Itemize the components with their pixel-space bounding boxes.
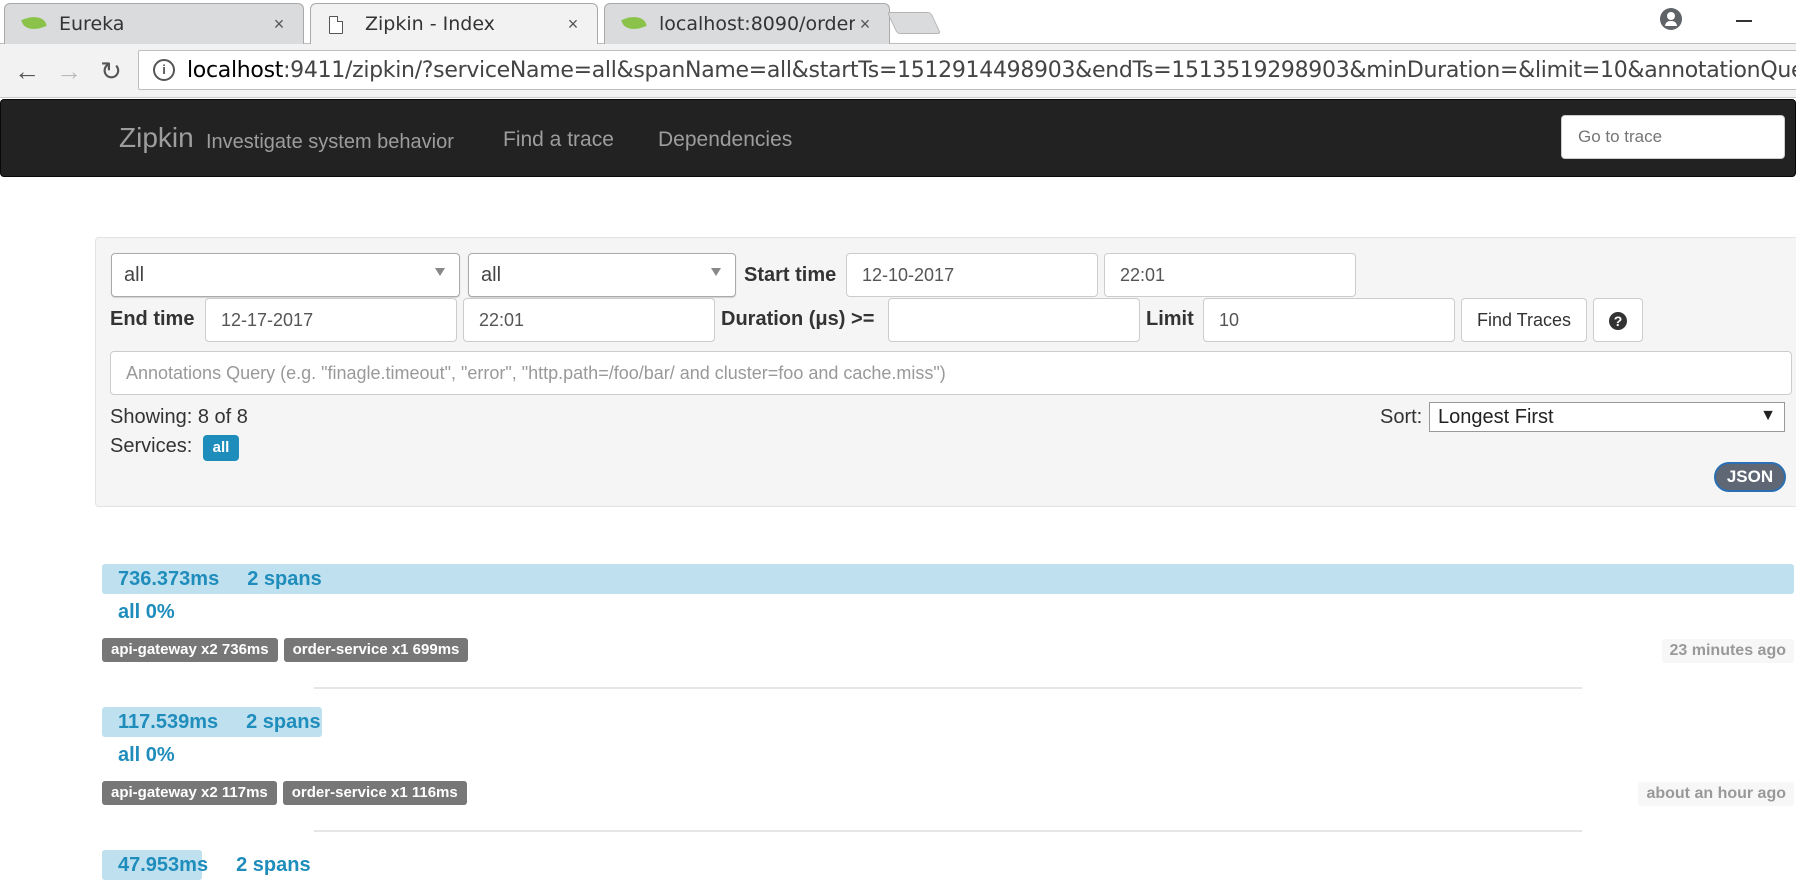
trace-summary: 117.539ms 2 spans bbox=[118, 711, 321, 734]
question-circle-icon: ? bbox=[1609, 312, 1627, 331]
trace-item[interactable]: 736.373ms 2 spans all 0% api-gateway x2 7… bbox=[102, 564, 1794, 694]
search-panel: all all Start time 12-10-2017 22:01 End … bbox=[95, 237, 1796, 507]
service-tag: api-gateway x2 736ms bbox=[102, 638, 278, 662]
reload-icon[interactable]: ↻ bbox=[96, 56, 126, 86]
minimize-icon[interactable] bbox=[1736, 20, 1752, 22]
dropdown-arrow-icon: ▼ bbox=[1760, 407, 1776, 424]
sort-select-value: Longest First bbox=[1438, 406, 1554, 428]
end-time-input[interactable]: 22:01 bbox=[463, 298, 715, 342]
user-profile-icon[interactable] bbox=[1660, 8, 1682, 30]
start-time-label: Start time bbox=[744, 264, 837, 286]
duration-input[interactable] bbox=[888, 298, 1140, 342]
end-time-label: End time bbox=[110, 308, 195, 330]
service-badge-all[interactable]: all bbox=[203, 435, 239, 461]
start-date-input[interactable]: 12-10-2017 bbox=[846, 253, 1098, 297]
trace-span-count: 2 spans bbox=[246, 711, 321, 733]
trace-span-count: 2 spans bbox=[247, 568, 322, 590]
nav-find-a-trace[interactable]: Find a trace bbox=[503, 128, 614, 152]
browser-toolbar: ← → ↻ i localhost:9411/zipkin/?serviceNa… bbox=[0, 44, 1796, 98]
go-to-trace-input[interactable] bbox=[1561, 115, 1785, 159]
back-arrow-icon[interactable]: ← bbox=[12, 56, 42, 86]
brand-tagline: Investigate system behavior bbox=[206, 131, 454, 153]
trace-duration: 736.373ms bbox=[118, 568, 220, 590]
limit-input[interactable]: 10 bbox=[1203, 298, 1455, 342]
end-date-input[interactable]: 12-17-2017 bbox=[205, 298, 457, 342]
annotations-query-input[interactable]: Annotations Query (e.g. "finagle.timeout… bbox=[110, 351, 1792, 395]
service-percentage: all 0% bbox=[118, 744, 175, 766]
url-host: localhost bbox=[187, 57, 284, 83]
tab-title: Zipkin - Index bbox=[365, 13, 495, 35]
tab-title: localhost:8090/order/o bbox=[659, 13, 855, 35]
leaf-icon bbox=[621, 12, 647, 34]
close-icon[interactable]: × bbox=[563, 14, 583, 35]
trace-summary: 47.953ms 2 spans bbox=[118, 854, 311, 877]
nav-dependencies[interactable]: Dependencies bbox=[658, 128, 792, 152]
close-icon[interactable]: × bbox=[855, 14, 875, 35]
close-icon[interactable]: × bbox=[269, 14, 289, 35]
service-select-value: all bbox=[124, 264, 145, 286]
zipkin-navbar: Zipkin Investigate system behavior Find … bbox=[0, 99, 1796, 177]
browser-tab-strip: Eureka × Zipkin - Index × localhost:8090… bbox=[0, 0, 1796, 44]
address-bar[interactable]: i localhost:9411/zipkin/?serviceName=all… bbox=[138, 50, 1796, 90]
limit-label: Limit bbox=[1146, 308, 1194, 330]
find-traces-button[interactable]: Find Traces bbox=[1461, 298, 1587, 342]
trace-duration: 47.953ms bbox=[118, 854, 209, 876]
chevron-down-icon bbox=[435, 268, 445, 276]
chevron-down-icon bbox=[711, 268, 721, 276]
trace-item[interactable]: 117.539ms 2 spans all 0% api-gateway x2 1… bbox=[102, 707, 1794, 837]
tab-localhost-order[interactable]: localhost:8090/order/o × bbox=[604, 3, 890, 44]
start-time-input[interactable]: 22:01 bbox=[1104, 253, 1356, 297]
trace-divider bbox=[314, 830, 1582, 832]
trace-span-count: 2 spans bbox=[236, 854, 311, 876]
service-select[interactable]: all bbox=[111, 253, 460, 297]
tab-title: Eureka bbox=[59, 13, 125, 35]
duration-label: Duration (μs) >= bbox=[721, 308, 875, 330]
trace-divider bbox=[314, 687, 1582, 689]
trace-timestamp: about an hour ago bbox=[1638, 782, 1794, 806]
tab-eureka[interactable]: Eureka × bbox=[4, 3, 304, 44]
trace-summary: 736.373ms 2 spans bbox=[118, 568, 322, 591]
service-tag: api-gateway x2 117ms bbox=[102, 781, 277, 805]
json-button[interactable]: JSON bbox=[1714, 462, 1786, 492]
trace-duration: 117.539ms bbox=[118, 711, 219, 733]
sort-label: Sort: bbox=[1380, 406, 1423, 428]
duration-bar bbox=[102, 564, 1794, 594]
service-tag: order-service x1 116ms bbox=[282, 781, 467, 805]
leaf-icon bbox=[21, 12, 47, 34]
sort-select[interactable]: Longest First ▼ bbox=[1429, 402, 1785, 432]
service-percentage: all 0% bbox=[118, 601, 175, 623]
trace-timestamp: 23 minutes ago bbox=[1661, 639, 1794, 663]
service-tags: api-gateway x2 736ms order-service x1 69… bbox=[102, 638, 474, 662]
new-tab-button[interactable] bbox=[886, 12, 942, 34]
service-tag: order-service x1 699ms bbox=[283, 638, 469, 662]
address-url: localhost:9411/zipkin/?serviceName=all&s… bbox=[187, 58, 1796, 83]
forward-arrow-icon[interactable]: → bbox=[54, 56, 84, 86]
brand-logo[interactable]: Zipkin bbox=[119, 122, 194, 154]
span-select-value: all bbox=[481, 264, 502, 286]
showing-count: Showing: 8 of 8 bbox=[110, 406, 248, 428]
help-button[interactable]: ? bbox=[1593, 298, 1643, 342]
info-icon[interactable]: i bbox=[153, 59, 175, 81]
services-label: Services: bbox=[110, 435, 193, 457]
service-tags: api-gateway x2 117ms order-service x1 11… bbox=[102, 781, 473, 805]
document-icon bbox=[329, 16, 351, 34]
tab-zipkin-index[interactable]: Zipkin - Index × bbox=[310, 3, 598, 44]
span-select[interactable]: all bbox=[468, 253, 736, 297]
trace-item[interactable]: 47.953ms 2 spans bbox=[102, 850, 1794, 880]
url-path: :9411/zipkin/?serviceName=all&spanName=a… bbox=[283, 57, 1796, 83]
